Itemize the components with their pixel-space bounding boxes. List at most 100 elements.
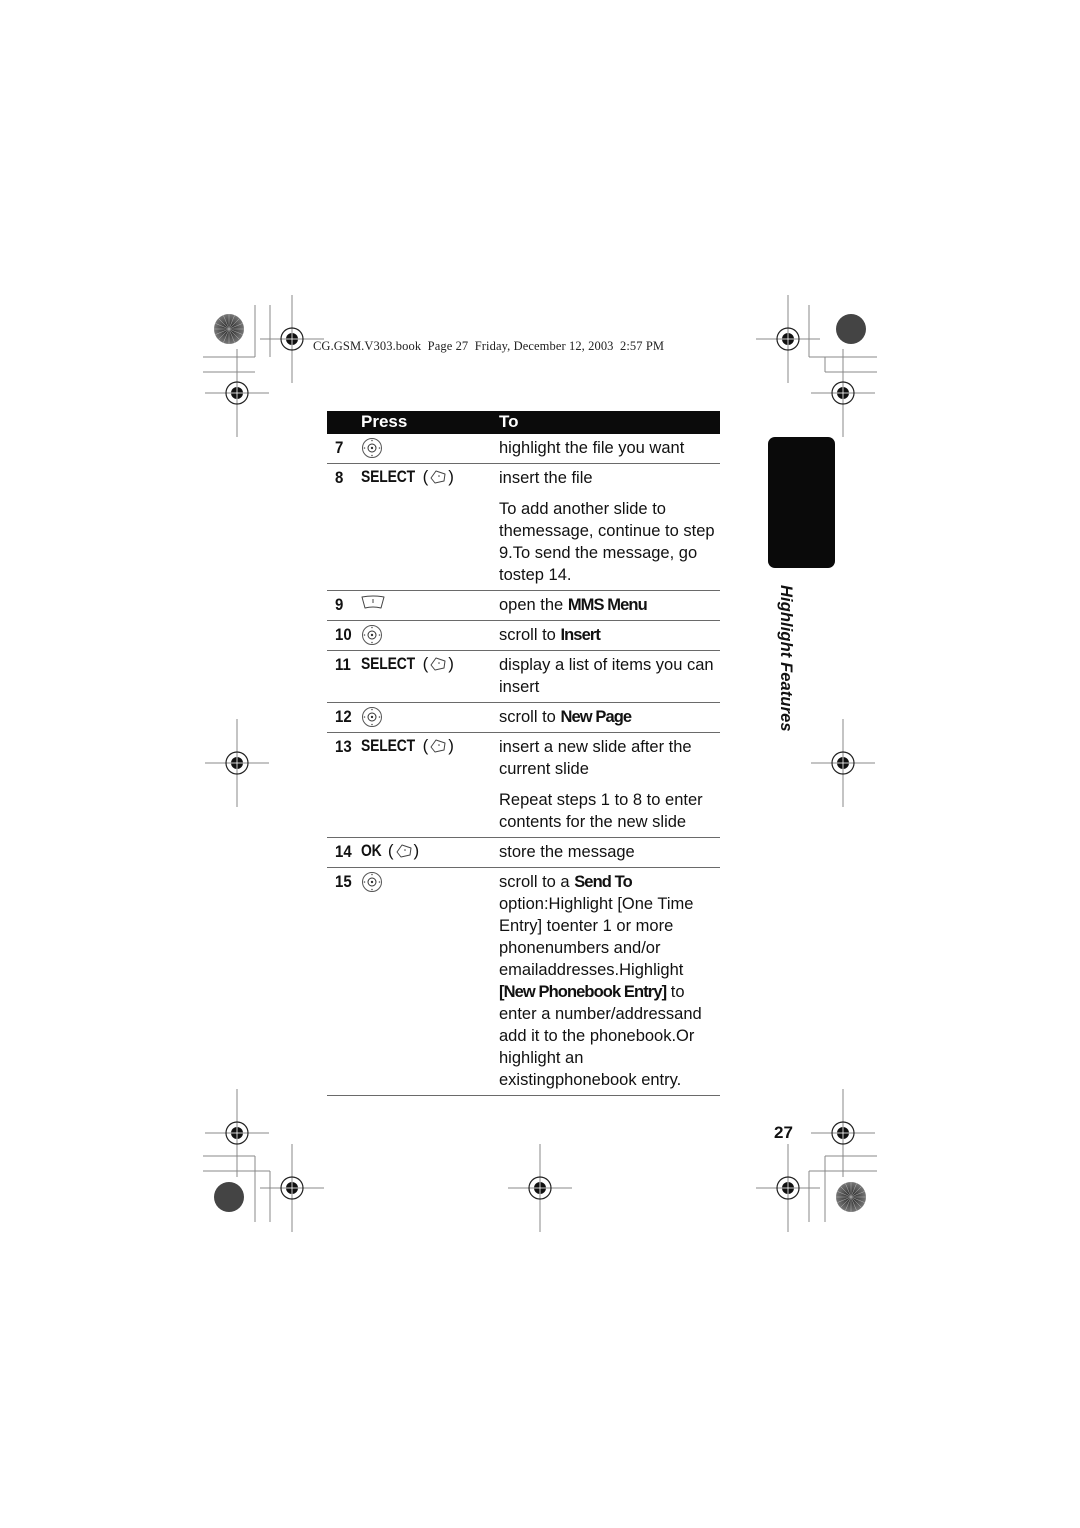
instruction-text: store the message xyxy=(499,843,635,861)
press-cell: SELECT () xyxy=(361,467,454,487)
step-number: 9 xyxy=(335,595,344,614)
table-row: 14 OK () store the message xyxy=(327,838,720,868)
to-paragraph: open the MMS Menu xyxy=(499,594,717,616)
to-paragraph: scroll to a Send To option:Highlight [On… xyxy=(499,871,717,1091)
step-number: 7 xyxy=(335,438,344,457)
paren-open: ( xyxy=(417,654,429,673)
step-number: 14 xyxy=(335,842,352,861)
ui-keyword: New Page xyxy=(560,708,632,726)
right-soft-key-icon xyxy=(428,738,448,754)
press-cell: OK () xyxy=(361,841,419,861)
to-paragraph: To add another slide to themessage, cont… xyxy=(499,498,717,586)
running-head: CG.GSM.V303.book Page 27 Friday, Decembe… xyxy=(313,339,665,353)
press-cell xyxy=(361,594,385,610)
instruction-text: highlight the file you want xyxy=(499,439,685,457)
paren-close: ) xyxy=(448,736,454,755)
press-cell xyxy=(361,624,383,646)
instruction-text: scroll to xyxy=(499,708,561,726)
ui-keyword: MMS Menu xyxy=(567,596,648,614)
crop-mark-mid-right xyxy=(810,718,876,808)
menu-key-icon xyxy=(361,594,385,610)
section-label: Highlight Features xyxy=(771,585,801,732)
to-cell: scroll to Insert xyxy=(499,621,717,650)
paren-open: ( xyxy=(417,467,429,486)
instruction-table: Press To 7 highlight the file you want 8 SE… xyxy=(327,411,720,1096)
paren-close: ) xyxy=(413,841,420,860)
ui-keyword: [New Phonebook Entry] xyxy=(499,983,667,1001)
crop-mark-top-right xyxy=(755,294,877,438)
to-cell: insert a new slide after the current sli… xyxy=(499,733,717,837)
page-number: 27 xyxy=(774,1123,793,1142)
ui-keyword: Send To xyxy=(574,873,632,891)
instruction-text: option:Highlight [One Time Entry] toente… xyxy=(499,895,694,979)
key-label: SELECT xyxy=(361,654,416,673)
nav-key-icon xyxy=(361,624,383,646)
to-cell: open the MMS Menu xyxy=(499,591,717,620)
table-row: 9 open the MMS Menu xyxy=(327,591,720,621)
ui-keyword: Insert xyxy=(560,626,600,644)
table-header: Press To xyxy=(327,411,720,434)
nav-key-icon xyxy=(361,706,383,728)
key-label: SELECT xyxy=(361,736,416,755)
table-row: 8 SELECT () insert the file To add another … xyxy=(327,464,720,591)
instruction-text: scroll to a xyxy=(499,873,575,891)
table-row: 11 SELECT () display a list of items you c… xyxy=(327,651,720,703)
to-paragraph: insert a new slide after the current sli… xyxy=(499,736,717,780)
instruction-text: open the xyxy=(499,596,568,614)
crop-mark-bottom-center xyxy=(507,1143,573,1233)
to-cell: display a list of items you can insert xyxy=(499,651,717,702)
right-soft-key-icon xyxy=(428,656,448,672)
to-cell: scroll to a Send To option:Highlight [On… xyxy=(499,868,717,1095)
key-label: SELECT xyxy=(361,467,416,486)
table-row: 7 highlight the file you want xyxy=(327,434,720,464)
press-cell xyxy=(361,437,383,459)
step-number: 13 xyxy=(335,737,352,756)
paren-close: ) xyxy=(448,467,454,486)
step-number: 8 xyxy=(335,468,344,487)
nav-key-icon xyxy=(361,871,383,893)
paren-close: ) xyxy=(448,654,454,673)
instruction-text: To add another slide to themessage, cont… xyxy=(499,500,715,584)
section-label-text: Highlight Features xyxy=(777,585,795,732)
press-cell xyxy=(361,706,383,728)
step-number: 10 xyxy=(335,625,352,644)
to-paragraph: scroll to New Page xyxy=(499,706,717,728)
press-cell xyxy=(361,871,383,893)
table-row: 15 scroll to a Send To option:Highlight [… xyxy=(327,868,720,1096)
crop-mark-bottom-left xyxy=(203,1088,325,1233)
step-number: 11 xyxy=(335,655,351,674)
paren-open: ( xyxy=(383,841,394,860)
table-body: 7 highlight the file you want 8 SELECT () in… xyxy=(327,434,720,1096)
instruction-text: scroll to xyxy=(499,626,561,644)
column-header-press: Press xyxy=(361,412,408,431)
to-paragraph: Repeat steps 1 to 8 to enter contents fo… xyxy=(499,789,717,833)
press-cell: SELECT () xyxy=(361,736,454,756)
to-paragraph: insert the file xyxy=(499,467,717,489)
instruction-text: insert a new slide after the current sli… xyxy=(499,738,692,778)
table-row: 10 scroll to Insert xyxy=(327,621,720,651)
step-number: 15 xyxy=(335,872,352,891)
crop-mark-bottom-right xyxy=(755,1088,877,1233)
to-paragraph: highlight the file you want xyxy=(499,437,717,459)
nav-key-icon xyxy=(361,437,383,459)
to-paragraph: scroll to Insert xyxy=(499,624,717,646)
instruction-text: Repeat steps 1 to 8 to enter contents fo… xyxy=(499,791,703,831)
column-header-to: To xyxy=(499,412,519,431)
press-cell: SELECT () xyxy=(361,654,454,674)
to-cell: store the message xyxy=(499,838,717,867)
crop-mark-mid-left xyxy=(204,718,270,808)
to-cell: insert the file To add another slide to t… xyxy=(499,464,717,590)
instruction-text: display a list of items you can insert xyxy=(499,656,714,696)
to-paragraph: display a list of items you can insert xyxy=(499,654,717,698)
table-row: 13 SELECT () insert a new slide after the … xyxy=(327,733,720,838)
crop-mark-top-left xyxy=(203,294,325,438)
paren-open: ( xyxy=(417,736,429,755)
table-row: 12 scroll to New Page xyxy=(327,703,720,733)
step-number: 12 xyxy=(335,707,352,726)
section-tab xyxy=(768,437,835,568)
right-soft-key-icon xyxy=(428,469,448,485)
right-soft-key-icon xyxy=(394,843,414,859)
instruction-text: insert the file xyxy=(499,469,593,487)
key-label: OK xyxy=(361,841,382,860)
to-paragraph: store the message xyxy=(499,841,717,863)
